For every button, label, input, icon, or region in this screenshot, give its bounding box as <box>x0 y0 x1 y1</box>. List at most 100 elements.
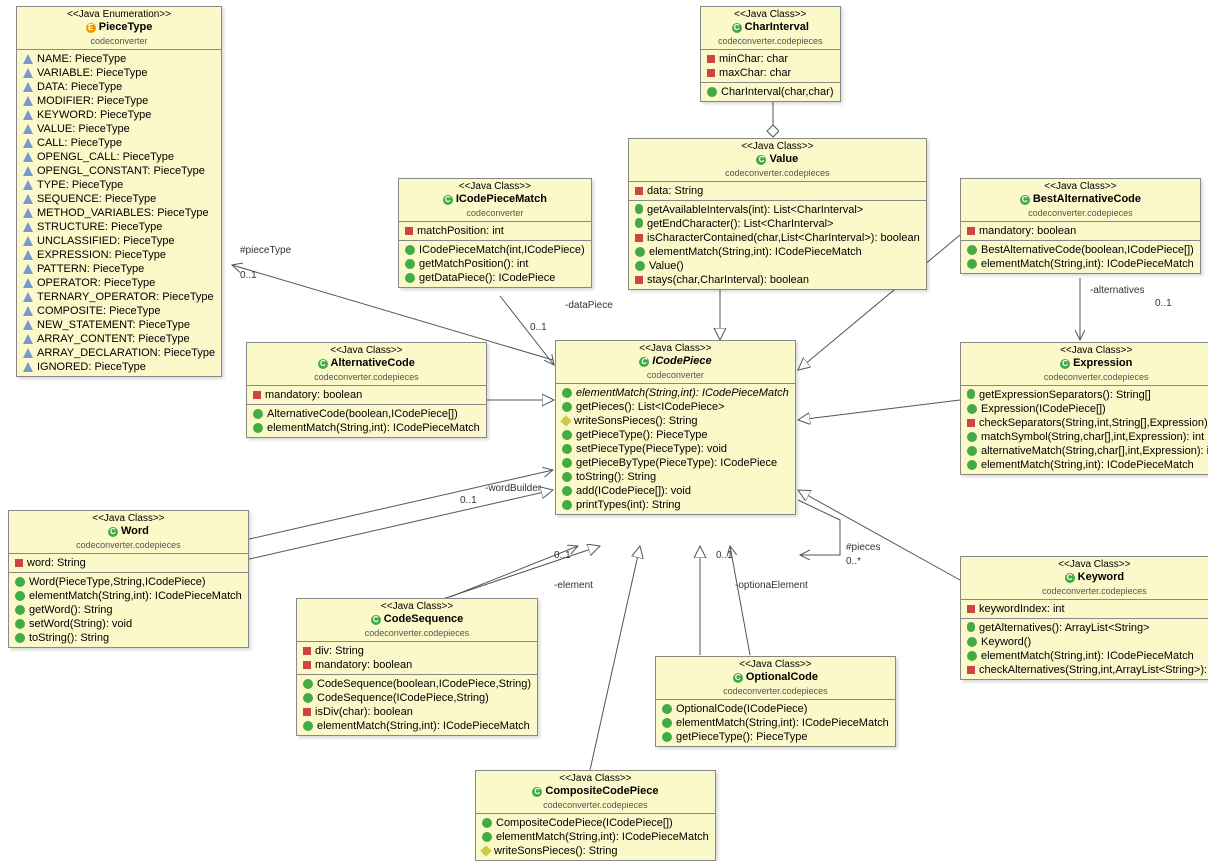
member-icon <box>303 721 313 731</box>
member-icon <box>967 651 977 661</box>
enum-literal-icon <box>23 278 33 288</box>
member-icon <box>967 404 977 414</box>
member-text: toString(): String <box>576 471 656 483</box>
member-icon <box>253 409 263 419</box>
stereotype: <<Java Class>> <box>476 771 715 784</box>
member-icon <box>967 666 975 674</box>
member: elementMatch(String,int): ICodePieceMatc… <box>656 716 895 730</box>
member: elementMatch(String,int): ICodePieceMatc… <box>247 421 486 435</box>
member: setWord(String): void <box>9 617 248 631</box>
member: UNCLASSIFIED: PieceType <box>17 234 221 248</box>
class-Value: <<Java Class>>C Valuecodeconverter.codep… <box>628 138 927 290</box>
member-text: getAlternatives(): ArrayList<String> <box>979 622 1150 634</box>
class-name: C ICodePieceMatch <box>399 192 591 208</box>
member: CharInterval(char,char) <box>701 85 840 99</box>
member: TYPE: PieceType <box>17 178 221 192</box>
member: ARRAY_DECLARATION: PieceType <box>17 346 221 360</box>
member: toString(): String <box>9 631 248 645</box>
member-text: matchPosition: int <box>417 225 504 237</box>
member: CompositeCodePiece(ICodePiece[]) <box>476 816 715 830</box>
member-text: DATA: PieceType <box>37 81 122 93</box>
member-text: setPieceType(PieceType): void <box>576 443 727 455</box>
compartment: BestAlternativeCode(boolean,ICodePiece[]… <box>961 241 1200 273</box>
member-text: TERNARY_OPERATOR: PieceType <box>37 291 214 303</box>
member-icon <box>303 647 311 655</box>
class-package: codeconverter.codepieces <box>247 372 486 386</box>
member-text: NEW_STATEMENT: PieceType <box>37 319 190 331</box>
enum-literal-icon <box>23 54 33 64</box>
class-CodeSequence: <<Java Class>>C CodeSequencecodeconverte… <box>296 598 538 736</box>
member: matchSymbol(String,char[],int,Expression… <box>961 430 1208 444</box>
enum-literal-icon <box>23 334 33 344</box>
class-PieceType: <<Java Enumeration>>E PieceTypecodeconve… <box>16 6 222 377</box>
member: getDataPiece(): ICodePiece <box>399 271 591 285</box>
member: maxChar: char <box>701 66 840 80</box>
member: DATA: PieceType <box>17 80 221 94</box>
member: checkSeparators(String,int,String[],Expr… <box>961 416 1208 430</box>
member-text: PATTERN: PieceType <box>37 263 144 275</box>
class-icon: C <box>1065 573 1075 583</box>
member-text: VARIABLE: PieceType <box>37 67 147 79</box>
enum-literal-icon <box>23 68 33 78</box>
enum-literal-icon <box>23 124 33 134</box>
assoc-mult: 0..1 <box>554 550 571 561</box>
member: Expression(ICodePiece[]) <box>961 402 1208 416</box>
member-text: Value() <box>649 260 684 272</box>
member-icon <box>967 227 975 235</box>
member-text: getAvailableIntervals(int): List<CharInt… <box>647 204 863 216</box>
class-package: codeconverter.codepieces <box>961 372 1208 386</box>
member-icon <box>482 832 492 842</box>
member-text: STRUCTURE: PieceType <box>37 221 162 233</box>
class-package: codeconverter.codepieces <box>9 540 248 554</box>
member-icon <box>635 261 645 271</box>
member-text: CodeSequence(boolean,ICodePiece,String) <box>317 678 531 690</box>
class-name: C Word <box>9 524 248 540</box>
member: NAME: PieceType <box>17 52 221 66</box>
member-icon <box>303 708 311 716</box>
member: getAlternatives(): ArrayList<String> <box>961 621 1208 635</box>
member-text: CharInterval(char,char) <box>721 86 834 98</box>
member-text: OptionalCode(ICodePiece) <box>676 703 807 715</box>
member-text: OPERATOR: PieceType <box>37 277 155 289</box>
class-icon: C <box>318 359 328 369</box>
member-icon <box>253 423 263 433</box>
class-name: C BestAlternativeCode <box>961 192 1200 208</box>
member-text: minChar: char <box>719 53 788 65</box>
member: AlternativeCode(boolean,ICodePiece[]) <box>247 407 486 421</box>
member-icon <box>15 605 25 615</box>
member-icon <box>967 419 975 427</box>
member-icon <box>15 619 25 629</box>
member: TERNARY_OPERATOR: PieceType <box>17 290 221 304</box>
member-text: getPieceType(): PieceType <box>676 731 807 743</box>
member-text: elementMatch(String,int): ICodePieceMatc… <box>649 246 862 258</box>
member-text: ICodePieceMatch(int,ICodePiece) <box>419 244 585 256</box>
member-text: OPENGL_CONSTANT: PieceType <box>37 165 205 177</box>
member-text: data: String <box>647 185 703 197</box>
member-text: getPieceType(): PieceType <box>576 429 707 441</box>
member-text: mandatory: boolean <box>315 659 412 671</box>
member-text: elementMatch(String,int): ICodePieceMatc… <box>317 720 530 732</box>
member: data: String <box>629 184 926 198</box>
member-text: getExpressionSeparators(): String[] <box>979 389 1151 401</box>
member: elementMatch(String,int): ICodePieceMatc… <box>961 257 1200 271</box>
class-OptionalCode: <<Java Class>>C OptionalCodecodeconverte… <box>655 656 896 747</box>
stereotype: <<Java Class>> <box>961 179 1200 192</box>
member: STRUCTURE: PieceType <box>17 220 221 234</box>
member: BestAlternativeCode(boolean,ICodePiece[]… <box>961 243 1200 257</box>
compartment: keywordIndex: int <box>961 600 1208 619</box>
stereotype: <<Java Enumeration>> <box>17 7 221 20</box>
member: toString(): String <box>556 470 795 484</box>
member-icon <box>635 234 643 242</box>
enum-literal-icon <box>23 96 33 106</box>
enum-literal-icon <box>23 222 33 232</box>
member-icon <box>303 679 313 689</box>
member-text: Word(PieceType,String,ICodePiece) <box>29 576 206 588</box>
compartment: elementMatch(String,int): ICodePieceMatc… <box>556 384 795 514</box>
class-package: codeconverter <box>556 370 795 384</box>
member: Value() <box>629 259 926 273</box>
member: MODIFIER: PieceType <box>17 94 221 108</box>
assoc-mult: 0..* <box>846 556 861 567</box>
member-text: ARRAY_DECLARATION: PieceType <box>37 347 215 359</box>
member: mandatory: boolean <box>247 388 486 402</box>
compartment: word: String <box>9 554 248 573</box>
